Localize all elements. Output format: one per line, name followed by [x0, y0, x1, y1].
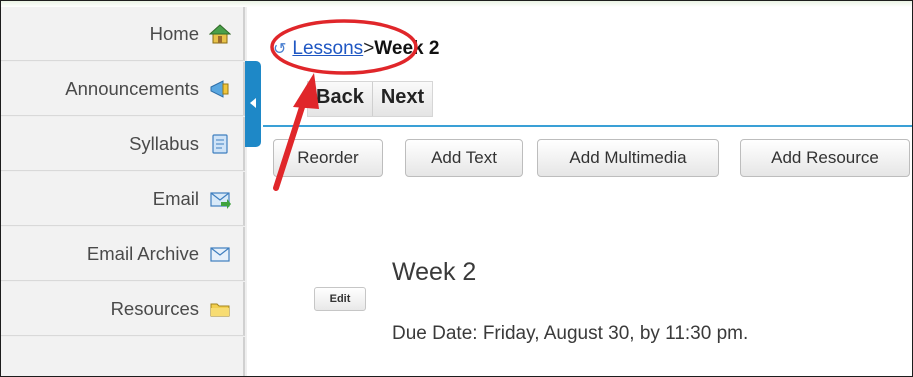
annotation-arrow-head: [293, 73, 319, 109]
screenshot-frame: Home Announcements Syllabus Email Email …: [0, 0, 913, 377]
annotation-arrow-shaft: [273, 98, 307, 191]
annotation-overlay: [270, 19, 418, 191]
annotation-circle: [270, 19, 418, 75]
